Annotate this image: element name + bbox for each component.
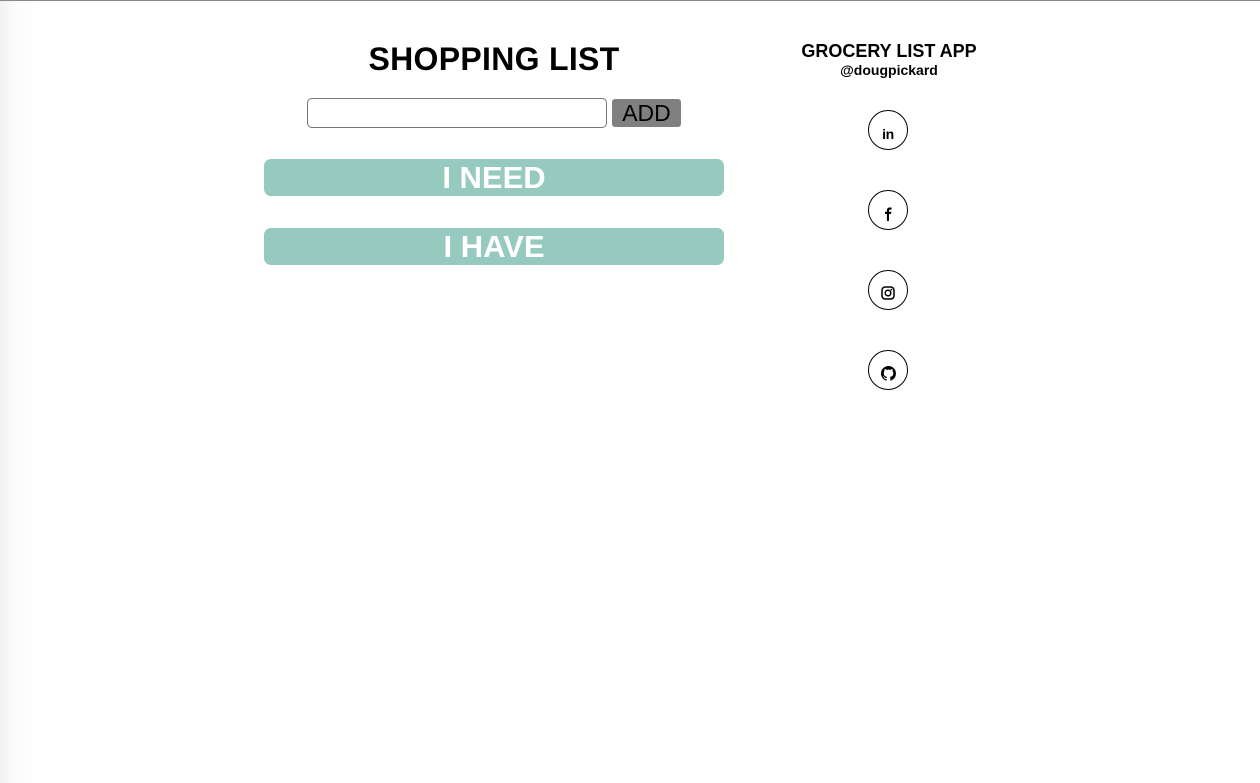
add-button[interactable]: ADD	[612, 98, 681, 127]
page: SHOPPING LIST ADD I NEED I HAVE GROCERY …	[0, 0, 1260, 783]
facebook-link[interactable]	[868, 190, 908, 230]
github-icon	[880, 365, 896, 381]
sidebar-header: GROCERY LIST APP @dougpickard	[790, 41, 988, 79]
facebook-icon	[885, 207, 892, 221]
github-link[interactable]	[868, 350, 908, 390]
author-handle: @dougpickard	[840, 62, 938, 78]
instagram-link[interactable]	[868, 270, 908, 310]
item-input[interactable]	[307, 97, 607, 128]
linkedin-link[interactable]: in	[868, 110, 908, 150]
add-item-form: ADD	[307, 97, 681, 128]
app-title: GROCERY LIST APP	[801, 41, 977, 61]
linkedin-icon: in	[882, 126, 894, 142]
instagram-icon	[881, 285, 895, 300]
i-need-section-header[interactable]: I NEED	[264, 159, 724, 196]
i-have-section-header[interactable]: I HAVE	[264, 228, 724, 265]
page-title: SHOPPING LIST	[368, 41, 620, 77]
